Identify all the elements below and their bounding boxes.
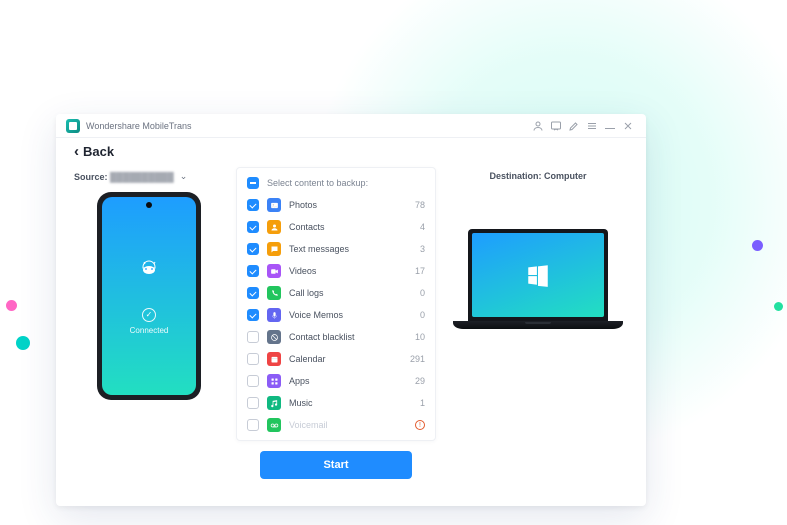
- content-name: Text messages: [289, 244, 420, 254]
- feedback-icon[interactable]: [548, 118, 564, 134]
- content-count: 17: [415, 266, 425, 276]
- content-type-row[interactable]: Music1: [237, 392, 435, 414]
- content-name: Photos: [289, 200, 415, 210]
- content-count: 78: [415, 200, 425, 210]
- content-type-row[interactable]: Photos78: [237, 194, 435, 216]
- content-type-row[interactable]: Text messages3: [237, 238, 435, 260]
- windows-icon: [525, 262, 551, 288]
- check-icon: ✓: [142, 308, 156, 322]
- app-window: Wondershare MobileTrans ‹ Back Source: █…: [56, 114, 646, 506]
- content-name: Apps: [289, 376, 415, 386]
- minimize-icon[interactable]: [602, 118, 618, 134]
- content-types-panel: Select content to backup: Photos78Contac…: [236, 161, 436, 496]
- content-type-row[interactable]: Voice Memos0: [237, 304, 435, 326]
- calls-icon: [267, 286, 281, 300]
- content-count: 4: [420, 222, 425, 232]
- back-label: Back: [83, 144, 114, 159]
- close-icon[interactable]: [620, 118, 636, 134]
- select-all-label: Select content to backup:: [267, 178, 425, 188]
- select-all-checkbox[interactable]: [247, 177, 259, 189]
- chevron-down-icon: ⌄: [180, 171, 188, 182]
- block-icon: [267, 330, 281, 344]
- content-count: 10: [415, 332, 425, 342]
- menu-icon[interactable]: [584, 118, 600, 134]
- content-name: Voicemail: [289, 420, 411, 430]
- content-checkbox[interactable]: [247, 309, 259, 321]
- content-count: 0: [420, 310, 425, 320]
- content-type-row[interactable]: Call logs0: [237, 282, 435, 304]
- content-count: 3: [420, 244, 425, 254]
- content-name: Videos: [289, 266, 415, 276]
- content-checkbox[interactable]: [247, 243, 259, 255]
- vm-icon: [267, 418, 281, 432]
- content-type-row[interactable]: Videos17: [237, 260, 435, 282]
- content-checkbox[interactable]: [247, 397, 259, 409]
- source-panel: Source: ██████████ ⌄ ✓ Connected: [74, 161, 224, 496]
- content-type-row[interactable]: Apps29: [237, 370, 435, 392]
- app-logo-icon: [66, 119, 80, 133]
- sms-icon: [267, 242, 281, 256]
- photos-icon: [267, 198, 281, 212]
- content-type-row[interactable]: Contacts4: [237, 216, 435, 238]
- content-checkbox[interactable]: [247, 353, 259, 365]
- content-type-row[interactable]: Contact blacklist10: [237, 326, 435, 348]
- edit-icon[interactable]: [566, 118, 582, 134]
- content-count: 291: [410, 354, 425, 364]
- content-checkbox[interactable]: [247, 265, 259, 277]
- destination-device-laptop: [453, 229, 623, 329]
- source-status: Connected: [130, 326, 169, 335]
- content-name: Voice Memos: [289, 310, 420, 320]
- content-name: Calendar: [289, 354, 410, 364]
- back-button[interactable]: ‹ Back: [74, 144, 114, 159]
- android-icon: [135, 258, 163, 282]
- videos-icon: [267, 264, 281, 278]
- content-count: 0: [420, 288, 425, 298]
- warning-icon: !: [415, 420, 425, 430]
- source-device-phone: ✓ Connected: [97, 192, 201, 400]
- music-icon: [267, 396, 281, 410]
- contacts-icon: [267, 220, 281, 234]
- user-icon[interactable]: [530, 118, 546, 134]
- content-checkbox[interactable]: [247, 419, 259, 431]
- content-checkbox[interactable]: [247, 199, 259, 211]
- window-title: Wondershare MobileTrans: [86, 121, 192, 131]
- start-button[interactable]: Start: [260, 451, 412, 479]
- content-name: Contacts: [289, 222, 420, 232]
- content-count: 29: [415, 376, 425, 386]
- select-all-row[interactable]: Select content to backup:: [237, 172, 435, 194]
- content-name: Call logs: [289, 288, 420, 298]
- calendar-icon: [267, 352, 281, 366]
- destination-label: Destination: Computer: [448, 171, 628, 181]
- chevron-left-icon: ‹: [74, 144, 79, 159]
- destination-panel: Destination: Computer: [448, 161, 628, 496]
- content-checkbox[interactable]: [247, 375, 259, 387]
- source-selector[interactable]: Source: ██████████ ⌄: [74, 171, 224, 182]
- voice-icon: [267, 308, 281, 322]
- content-checkbox[interactable]: [247, 287, 259, 299]
- content-checkbox[interactable]: [247, 331, 259, 343]
- apps-icon: [267, 374, 281, 388]
- content-count: 1: [420, 398, 425, 408]
- content-name: Contact blacklist: [289, 332, 415, 342]
- content-checkbox[interactable]: [247, 221, 259, 233]
- content-type-row[interactable]: Calendar291: [237, 348, 435, 370]
- titlebar: Wondershare MobileTrans: [56, 114, 646, 138]
- content-type-row[interactable]: Voicemail!: [237, 414, 435, 436]
- content-name: Music: [289, 398, 420, 408]
